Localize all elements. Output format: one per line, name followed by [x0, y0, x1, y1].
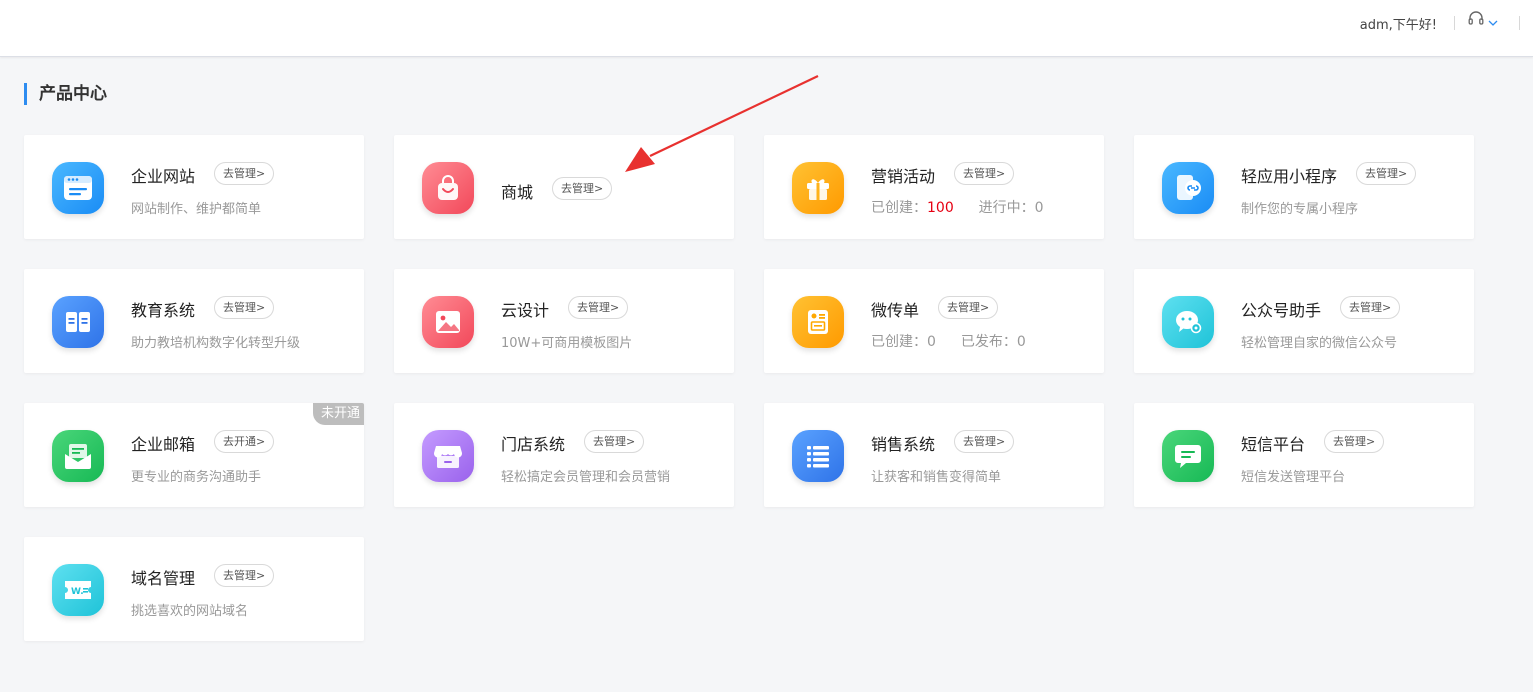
in-progress-count: 0: [1034, 200, 1044, 216]
product-card-marketing: 营销活动 去管理> 已创建：100 进行中：0: [764, 135, 1104, 239]
product-title: 公众号助手: [1241, 301, 1322, 320]
not-activated-badge: 未开通: [312, 403, 364, 425]
product-description: 网站制作、维护都简单: [131, 202, 262, 217]
manage-button-cloud-design[interactable]: 去管理>: [568, 296, 629, 319]
product-description: 制作您的专属小程序: [1241, 202, 1359, 217]
customer-service-menu[interactable]: [1467, 11, 1503, 31]
mail-icon: [52, 430, 104, 482]
product-title: 企业网站: [131, 167, 196, 186]
wechat-icon: [1162, 296, 1214, 348]
product-description: 轻松管理自家的微信公众号: [1241, 336, 1398, 351]
stat-label: 进行中：: [978, 200, 1035, 216]
stat-label: 已创建：: [871, 200, 927, 216]
product-card-domain: W. 域名管理 去管理> 挑选喜欢的网站域名: [24, 537, 364, 641]
manage-button-sms[interactable]: 去管理>: [1324, 430, 1385, 453]
product-card-wechat-assistant: 公众号助手 去管理> 轻松管理自家的微信公众号: [1134, 269, 1474, 373]
manage-button-flyer[interactable]: 去管理>: [938, 296, 999, 319]
list-icon: [792, 430, 844, 482]
top-bar: adm,下午好!: [0, 0, 1533, 57]
product-description: 让获客和销售变得简单: [871, 470, 1002, 485]
product-title: 微传单: [871, 301, 920, 320]
sms-icon: [1162, 430, 1214, 482]
product-description: 10W+可商用模板图片: [501, 336, 633, 351]
flyer-icon: [792, 296, 844, 348]
product-title: 云设计: [501, 301, 550, 320]
manage-button-website[interactable]: 去管理>: [214, 162, 275, 185]
created-count: 0: [927, 334, 936, 350]
website-icon: [52, 162, 104, 214]
manage-button-mini-program[interactable]: 去管理>: [1356, 162, 1417, 185]
published-count: 0: [1016, 334, 1026, 350]
product-title: 轻应用小程序: [1241, 167, 1338, 186]
flyer-stats: 已创建：0 已发布：0: [871, 331, 1026, 351]
store-icon: [422, 430, 474, 482]
gift-icon: [792, 162, 844, 214]
marketing-stats: 已创建：100 进行中：0: [871, 197, 1044, 217]
divider: [1454, 16, 1455, 30]
product-title: 商城: [501, 183, 534, 202]
activate-button-enterprise-mail[interactable]: 去开通>: [214, 430, 275, 453]
product-card-shop: 商城 去管理>: [394, 135, 734, 239]
product-description: 助力教培机构数字化转型升级: [131, 336, 301, 351]
shop-bag-icon: [422, 162, 474, 214]
product-description: 更专业的商务沟通助手: [131, 470, 262, 485]
chevron-down-icon: [1488, 12, 1498, 31]
manage-button-wechat-assistant[interactable]: 去管理>: [1340, 296, 1401, 319]
headset-icon: [1467, 10, 1485, 32]
product-card-mini-program: 轻应用小程序 去管理> 制作您的专属小程序: [1134, 135, 1474, 239]
stat-label: 已创建：: [871, 334, 927, 350]
product-title: 短信平台: [1241, 435, 1306, 454]
book-icon: [52, 296, 104, 348]
product-description: 挑选喜欢的网站域名: [131, 604, 249, 619]
manage-button-store[interactable]: 去管理>: [584, 430, 645, 453]
divider: [1519, 16, 1520, 30]
product-description: 轻松搞定会员管理和会员营销: [501, 470, 671, 485]
product-title: 企业邮箱: [131, 435, 196, 454]
image-icon: [422, 296, 474, 348]
product-card-website: 企业网站 去管理> 网站制作、维护都简单: [24, 135, 364, 239]
product-title: 教育系统: [131, 301, 196, 320]
manage-button-marketing[interactable]: 去管理>: [954, 162, 1015, 185]
product-card-enterprise-mail: 未开通 企业邮箱 去开通> 更专业的商务沟通助手: [24, 403, 364, 507]
product-card-sms: 短信平台 去管理> 短信发送管理平台: [1134, 403, 1474, 507]
page-title: 产品中心: [24, 83, 107, 105]
user-greeting: adm,下午好!: [1359, 18, 1437, 33]
manage-button-education[interactable]: 去管理>: [214, 296, 275, 319]
domain-icon: W.: [52, 564, 104, 616]
product-title: 门店系统: [501, 435, 566, 454]
product-card-flyer: 微传单 去管理> 已创建：0 已发布：0: [764, 269, 1104, 373]
manage-button-shop[interactable]: 去管理>: [552, 177, 613, 200]
manage-button-domain[interactable]: 去管理>: [214, 564, 275, 587]
product-card-store: 门店系统 去管理> 轻松搞定会员管理和会员营销: [394, 403, 734, 507]
created-count: 100: [927, 200, 954, 216]
stat-label: 已发布：: [960, 334, 1017, 350]
product-card-sales: 销售系统 去管理> 让获客和销售变得简单: [764, 403, 1104, 507]
product-title: 营销活动: [871, 167, 936, 186]
product-card-cloud-design: 云设计 去管理> 10W+可商用模板图片: [394, 269, 734, 373]
product-title: 域名管理: [131, 569, 196, 588]
mini-program-icon: [1162, 162, 1214, 214]
product-description: 短信发送管理平台: [1241, 470, 1346, 485]
svg-text:W.: W.: [71, 587, 84, 597]
product-card-education: 教育系统 去管理> 助力教培机构数字化转型升级: [24, 269, 364, 373]
product-title: 销售系统: [871, 435, 936, 454]
manage-button-sales[interactable]: 去管理>: [954, 430, 1015, 453]
